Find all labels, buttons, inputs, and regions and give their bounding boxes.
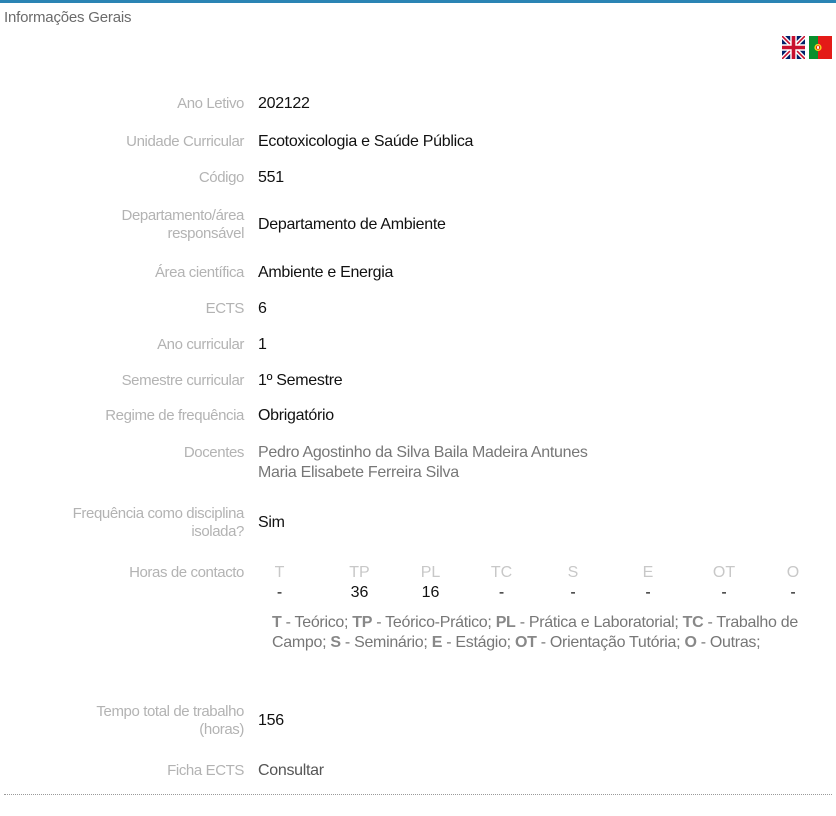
hours-value-cell: - bbox=[721, 584, 727, 601]
field-ano-letivo: Ano Letivo 202122 bbox=[0, 94, 836, 114]
language-switcher bbox=[782, 36, 832, 59]
field-label: Tempo total de trabalho (horas) bbox=[0, 703, 258, 739]
legend-abbr: S bbox=[330, 634, 341, 651]
docente-name: Pedro Agostinho da Silva Baila Madeira A… bbox=[258, 444, 588, 461]
field-label: ECTS bbox=[205, 300, 245, 317]
field-ects: ECTS 6 bbox=[0, 299, 836, 319]
field-docentes: Docentes Pedro Agostinho da Silva Baila … bbox=[0, 443, 836, 485]
legend-text: - Seminário; bbox=[340, 634, 432, 651]
field-label: Área científica bbox=[154, 264, 244, 281]
legend-text: - Outras; bbox=[696, 634, 761, 651]
legend-abbr: O bbox=[684, 634, 697, 651]
hours-value-cell: 36 bbox=[350, 584, 369, 601]
hours-header-cell: T bbox=[274, 564, 285, 581]
field-regime-frequencia: Regime de frequência Obrigatório bbox=[0, 406, 836, 426]
hours-header-cell: O bbox=[786, 564, 800, 581]
field-ficha-ects: Ficha ECTS Consultar bbox=[0, 761, 836, 781]
field-value: Pedro Agostinho da Silva Baila Madeira A… bbox=[258, 443, 588, 483]
portugal-flag-icon[interactable] bbox=[809, 36, 832, 59]
hours-header-cell: TC bbox=[490, 564, 513, 581]
hours-header-cell: PL bbox=[420, 564, 441, 581]
docente-name: Maria Elisabete Ferreira Silva bbox=[258, 464, 459, 481]
label-line-1: Frequência como disciplina bbox=[72, 505, 245, 522]
label-line-2: (horas) bbox=[199, 721, 244, 738]
field-disciplina-isolada: Frequência como disciplina isolada? Sim bbox=[0, 503, 836, 543]
legend-text: - Orientação Tutória; bbox=[536, 634, 685, 651]
hours-value-row: - 36 16 - - - - - bbox=[272, 583, 808, 603]
hours-header-cell: OT bbox=[712, 564, 736, 581]
field-label: Frequência como disciplina isolada? bbox=[0, 505, 258, 541]
label-line-1: Tempo total de trabalho bbox=[96, 703, 244, 720]
section-title: Informações Gerais bbox=[4, 9, 132, 26]
contact-hours-table: T TP PL TC S E OT O - 36 16 - - - - - bbox=[272, 563, 808, 603]
legend-text: - Prática e Laboratorial; bbox=[515, 614, 683, 631]
field-value: Departamento de Ambiente bbox=[258, 216, 446, 233]
hours-header-cell: S bbox=[567, 564, 579, 581]
legend-abbr: TP bbox=[352, 614, 373, 631]
field-label: Ano Letivo bbox=[177, 95, 244, 112]
legend-text: - Teórico; bbox=[281, 614, 353, 631]
field-label: Ano curricular bbox=[157, 336, 244, 353]
field-ano-curricular: Ano curricular 1 bbox=[0, 335, 836, 355]
field-value: Ecotoxicologia e Saúde Pública bbox=[258, 133, 474, 150]
hours-value-cell: - bbox=[276, 584, 283, 601]
field-value: 6 bbox=[258, 300, 267, 317]
field-departamento: Departamento/área responsável Departamen… bbox=[0, 205, 836, 245]
field-label: Código bbox=[198, 169, 245, 186]
field-value: Ambiente e Energia bbox=[258, 264, 394, 281]
hours-value-cell: 16 bbox=[421, 584, 440, 601]
field-label: Regime de frequência bbox=[105, 407, 244, 424]
hours-value-cell: - bbox=[570, 584, 576, 601]
legend-abbr: E bbox=[431, 634, 443, 651]
label-line-1: Departamento/área bbox=[121, 207, 245, 224]
hours-header-cell: E bbox=[642, 564, 654, 581]
field-unidade-curricular: Unidade Curricular Ecotoxicologia e Saúd… bbox=[0, 132, 836, 152]
hours-value-cell: - bbox=[498, 584, 505, 601]
field-tempo-total: Tempo total de trabalho (horas) 156 bbox=[0, 701, 836, 741]
field-value: 156 bbox=[258, 712, 284, 729]
label-line-2: isolada? bbox=[191, 523, 244, 540]
label-line-2: responsável bbox=[167, 225, 245, 242]
field-label: Unidade Curricular bbox=[126, 133, 244, 150]
hours-header-cell: TP bbox=[349, 564, 370, 581]
field-value: Sim bbox=[258, 514, 285, 531]
legend-text: - Estágio; bbox=[442, 634, 515, 651]
field-codigo: Código 551 bbox=[0, 168, 836, 188]
field-value: Obrigatório bbox=[258, 407, 334, 424]
legend-abbr: OT bbox=[514, 634, 537, 651]
field-label: Semestre curricular bbox=[121, 372, 245, 389]
legend-abbr: TC bbox=[682, 614, 704, 631]
field-semestre-curricular: Semestre curricular 1º Semestre bbox=[0, 371, 836, 391]
field-value: 551 bbox=[258, 169, 284, 186]
divider bbox=[4, 794, 832, 795]
field-value: 202122 bbox=[258, 95, 310, 112]
top-accent-line bbox=[0, 0, 836, 3]
field-area-cientifica: Área científica Ambiente e Energia bbox=[0, 263, 836, 283]
legend-text: - Teórico-Prático; bbox=[372, 614, 496, 631]
hours-value-cell: - bbox=[790, 584, 796, 601]
hours-value-cell: - bbox=[645, 584, 651, 601]
hours-legend: T - Teórico; TP - Teórico-Prático; PL - … bbox=[272, 613, 827, 653]
field-value: 1 bbox=[258, 336, 267, 353]
legend-abbr: PL bbox=[495, 614, 516, 631]
field-label: Docentes bbox=[183, 444, 245, 461]
field-value: 1º Semestre bbox=[258, 372, 343, 389]
field-label: Departamento/área responsável bbox=[0, 207, 258, 243]
hours-header-row: T TP PL TC S E OT O bbox=[272, 563, 808, 583]
field-label: Horas de contacto bbox=[129, 564, 244, 581]
field-label: Ficha ECTS bbox=[167, 762, 244, 779]
consultar-link[interactable]: Consultar bbox=[258, 761, 324, 781]
uk-flag-icon[interactable] bbox=[782, 36, 805, 59]
